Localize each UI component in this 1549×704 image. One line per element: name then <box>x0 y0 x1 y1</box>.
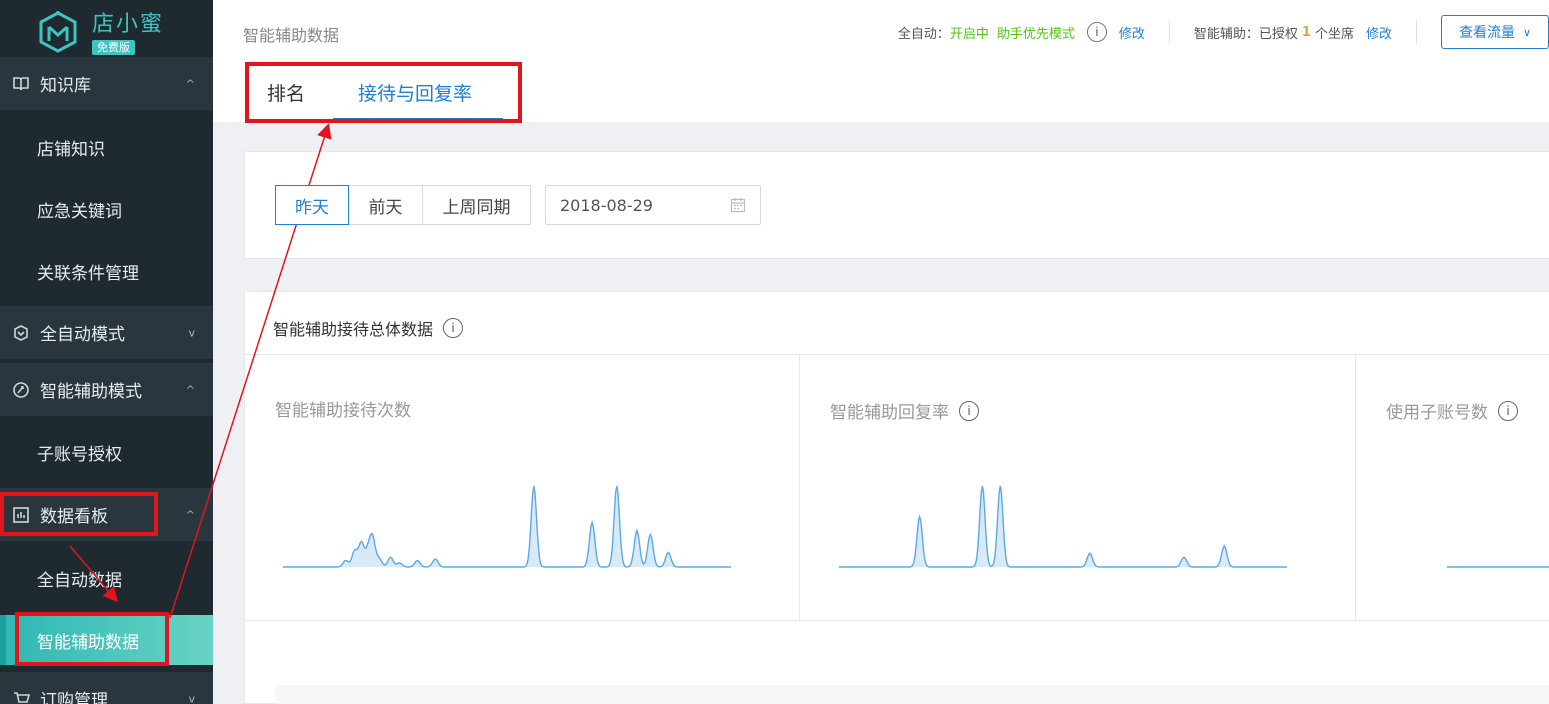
chevron-down-icon: ∨ <box>1522 25 1532 39</box>
sparkline-subaccount-count <box>1447 566 1549 568</box>
calendar-icon <box>730 198 746 213</box>
info-icon[interactable]: i <box>1498 400 1518 421</box>
sidebar-item-label: 应急关键词 <box>37 201 122 222</box>
sidebar-item-label: 关联条件管理 <box>37 263 139 284</box>
sparkline-line <box>839 485 1287 568</box>
chevron-down-icon: v <box>188 326 195 339</box>
auto-status: 开启中 <box>949 26 989 42</box>
tab-reception-reply-rate[interactable]: 接待与回复率 <box>358 79 472 106</box>
active-tab-indicator <box>333 118 503 120</box>
sidebar-item-full-auto-data[interactable]: 全自动数据 <box>0 547 213 609</box>
sidebar-item-subaccount-auth[interactable]: 子账号授权 <box>0 421 213 483</box>
chart-area-placeholder <box>275 685 1549 704</box>
metric-subaccount-count-label: 使用子账号数 i <box>1386 398 1518 423</box>
app-logo[interactable]: 店小蜜 免费版 <box>0 0 213 62</box>
sidebar-group-label: 订购管理 <box>40 691 108 704</box>
divider <box>1355 354 1356 620</box>
cart-icon <box>12 690 30 704</box>
assist-icon <box>12 381 30 399</box>
assist-unit: 个坐席 <box>1314 26 1354 42</box>
sparkline-line <box>283 485 731 568</box>
sparkline-reception-count <box>283 485 731 568</box>
edit-auto-link[interactable]: 修改 <box>1119 23 1145 42</box>
dashboard-icon <box>12 506 30 524</box>
auto-mode: 助手优先模式 <box>996 26 1075 42</box>
period-day-before-button[interactable]: 前天 <box>348 185 423 225</box>
sidebar-item-shop-knowledge[interactable]: 店铺知识 <box>0 116 213 178</box>
tab-ranking[interactable]: 排名 <box>267 79 305 106</box>
metric-reception-count-label: 智能辅助接待次数 <box>275 396 411 421</box>
book-icon <box>12 75 30 93</box>
sidebar-item-label: 智能辅助数据 <box>37 632 139 653</box>
sidebar-group-dashboard[interactable]: 数据看板 ^ <box>0 488 213 541</box>
period-last-week-button[interactable]: 上周同期 <box>422 185 531 225</box>
sidebar-item-label: 店铺知识 <box>37 139 105 160</box>
sparkline-area <box>283 486 731 567</box>
chevron-up-icon: ^ <box>185 77 195 90</box>
auto-label: 全自动： <box>897 26 950 42</box>
breadcrumb: 智能辅助数据 <box>243 26 340 45</box>
chevron-down-icon: v <box>188 692 195 704</box>
filter-card: 昨天 前天 上周同期 2018-08-29 <box>244 151 1549 259</box>
sidebar-item-label: 全自动数据 <box>37 570 122 591</box>
chevron-up-icon: ^ <box>185 508 195 521</box>
sidebar-group-smart-assist[interactable]: 智能辅助模式 ^ <box>0 363 213 416</box>
period-selector: 昨天 前天 上周同期 <box>275 185 531 225</box>
metric-reply-rate-label: 智能辅助回复率 i <box>830 398 979 423</box>
sidebar-item-smart-assist-data[interactable]: 智能辅助数据 <box>0 615 213 665</box>
sidebar-group-label: 知识库 <box>40 76 91 96</box>
tab-bar: 排名 接待与回复率 <box>213 62 1549 122</box>
period-yesterday-button[interactable]: 昨天 <box>275 185 349 225</box>
sidebar-group-knowledge[interactable]: 知识库 ^ <box>0 57 213 110</box>
robot-icon <box>12 324 30 342</box>
divider <box>245 354 1549 355</box>
view-traffic-label: 查看流量 <box>1458 25 1515 41</box>
edit-assist-link[interactable]: 修改 <box>1366 23 1392 42</box>
metric-label-text: 使用子账号数 <box>1386 403 1488 423</box>
stats-title: 智能辅助接待总体数据 i <box>273 316 464 340</box>
assist-label: 智能辅助：已授权 <box>1193 26 1298 42</box>
info-icon[interactable]: i <box>443 318 464 338</box>
sidebar-group-full-auto[interactable]: 全自动模式 v <box>0 306 213 359</box>
app-name: 店小蜜 <box>92 12 165 37</box>
top-header: 智能辅助数据 全自动： 开启中 助手优先模式 i 修改 智能辅助：已授权 1 个… <box>213 0 1549 62</box>
date-picker-input[interactable]: 2018-08-29 <box>545 185 761 225</box>
sidebar: 店小蜜 免费版 知识库 ^ 店铺知识 应急关键词 关联条件管理 全自动模式 v … <box>0 0 213 704</box>
assist-count: 1 <box>1301 24 1311 40</box>
divider <box>799 354 800 620</box>
date-value: 2018-08-29 <box>560 195 653 215</box>
chevron-up-icon: ^ <box>185 383 195 396</box>
sparkline-area <box>839 486 1287 567</box>
sidebar-group-label: 数据看板 <box>40 507 108 527</box>
logo-icon <box>39 11 77 53</box>
divider <box>1168 21 1170 43</box>
divider <box>245 620 1549 621</box>
info-icon[interactable]: i <box>959 400 979 421</box>
sidebar-item-condition-management[interactable]: 关联条件管理 <box>0 240 213 302</box>
sparkline-reply-rate <box>839 485 1287 568</box>
header-status-bar: 全自动： 开启中 助手优先模式 i 修改 智能辅助：已授权 1 个坐席 修改 查… <box>898 14 1549 50</box>
sidebar-item-emergency-keywords[interactable]: 应急关键词 <box>0 178 213 240</box>
metric-label-text: 智能辅助回复率 <box>830 403 949 423</box>
edition-badge: 免费版 <box>92 40 135 55</box>
sidebar-group-orders[interactable]: 订购管理 v <box>0 672 213 704</box>
sidebar-group-label: 智能辅助模式 <box>40 382 142 402</box>
metric-label-text: 智能辅助接待次数 <box>275 401 411 421</box>
stats-card: 智能辅助接待总体数据 i 智能辅助接待次数 智能辅助回复率 i 使用子账号数 i <box>244 291 1549 704</box>
sidebar-group-label: 全自动模式 <box>40 325 125 345</box>
stats-title-text: 智能辅助接待总体数据 <box>273 320 434 339</box>
divider <box>1416 21 1417 43</box>
info-icon[interactable]: i <box>1086 22 1107 42</box>
view-traffic-button[interactable]: 查看流量 ∨ <box>1441 15 1549 49</box>
sidebar-item-label: 子账号授权 <box>37 444 122 465</box>
